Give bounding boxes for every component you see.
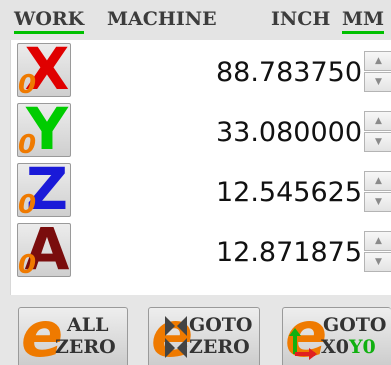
tab-strip: WORK MACHINE INCH MM (0, 0, 391, 40)
tab-inch-label: INCH (271, 8, 331, 30)
axis-row-x: X 0 88.783750 ▲ ▼ (17, 43, 391, 99)
axis-row-z: Z 0 12.545625 ▲ ▼ (17, 163, 391, 219)
zero-y-button[interactable]: Y 0 (17, 103, 71, 157)
goto-x0y0-label-2: X0Y0 (321, 336, 376, 358)
all-zero-button[interactable]: e ALL ZERO (18, 307, 128, 365)
all-zero-label-1: ALL (67, 314, 109, 336)
zero-icon: 0 (18, 190, 37, 217)
tab-mm[interactable]: MM (342, 6, 385, 38)
spinner-down-icon[interactable]: ▼ (364, 132, 391, 152)
tab-machine-label: MACHINE (107, 8, 217, 30)
all-zero-label-2: ZERO (55, 336, 116, 358)
axis-z-value: 12.545625 (215, 177, 362, 208)
spinner-up-icon[interactable]: ▲ (364, 231, 391, 251)
zero-x-button[interactable]: X 0 (17, 43, 71, 97)
zero-a-button[interactable]: A 0 (17, 223, 71, 277)
tab-mm-underline (342, 31, 385, 34)
spinner-down-icon[interactable]: ▼ (364, 72, 391, 92)
crosshair-icon (165, 316, 187, 358)
x0-text: X0 (321, 336, 349, 358)
dro-panel: X 0 88.783750 ▲ ▼ Y 0 33.080000 ▲ ▼ Z 0 … (10, 40, 391, 295)
tab-machine-underline (107, 31, 217, 34)
spinner-up-icon[interactable]: ▲ (364, 111, 391, 131)
spinner-up-icon[interactable]: ▲ (364, 51, 391, 71)
tab-work-label: WORK (14, 8, 85, 30)
axis-a-value: 12.871875 (215, 237, 362, 268)
goto-x0y0-button[interactable]: e GOTO X0Y0 (282, 307, 391, 365)
axis-a-spinner[interactable]: ▲ ▼ (364, 231, 391, 273)
zero-z-button[interactable]: Z 0 (17, 163, 71, 217)
tab-machine[interactable]: MACHINE (107, 6, 217, 38)
goto-x0y0-label-1: GOTO (323, 314, 387, 336)
axis-y-spinner[interactable]: ▲ ▼ (364, 111, 391, 153)
goto-zero-label-2: ZERO (189, 336, 250, 358)
spinner-down-icon[interactable]: ▼ (364, 192, 391, 212)
axis-x-spinner[interactable]: ▲ ▼ (364, 51, 391, 93)
axis-row-a: A 0 12.871875 ▲ ▼ (17, 223, 391, 279)
axis-row-y: Y 0 33.080000 ▲ ▼ (17, 103, 391, 159)
axis-y-value: 33.080000 (215, 117, 362, 148)
axis-z-spinner[interactable]: ▲ ▼ (364, 171, 391, 213)
spinner-down-icon[interactable]: ▼ (364, 252, 391, 272)
tab-work-underline (14, 31, 85, 34)
spinner-up-icon[interactable]: ▲ (364, 171, 391, 191)
tab-inch-underline (271, 31, 330, 34)
tab-inch[interactable]: INCH (271, 6, 330, 38)
zero-icon: 0 (18, 70, 37, 97)
tab-work[interactable]: WORK (14, 6, 85, 38)
zero-icon: 0 (18, 130, 37, 157)
action-bar: e ALL ZERO e GOTO ZERO e GOTO X0Y0 (0, 295, 391, 365)
axis-x-value: 88.783750 (215, 57, 362, 88)
goto-zero-button[interactable]: e GOTO ZERO (148, 307, 260, 365)
goto-zero-label-1: GOTO (189, 314, 253, 336)
tab-mm-label: MM (342, 8, 385, 30)
axes-arrow-icon (289, 328, 317, 360)
zero-icon: 0 (18, 250, 37, 277)
y-text: Y0 (348, 336, 376, 358)
